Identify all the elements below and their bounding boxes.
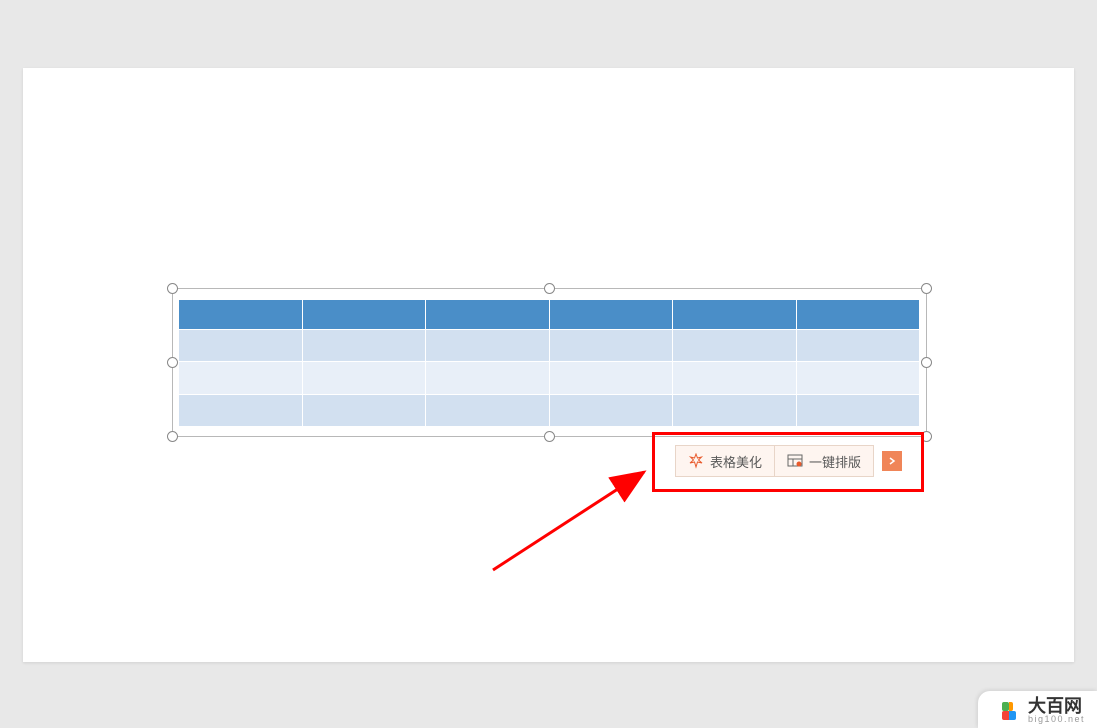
layout-label: 一键排版 bbox=[809, 452, 861, 471]
resize-handle-top-middle[interactable] bbox=[544, 283, 555, 294]
watermark-title: 大百网 bbox=[1028, 697, 1085, 715]
resize-handle-middle-left[interactable] bbox=[167, 357, 178, 368]
auto-layout-button[interactable]: 一键排版 bbox=[774, 445, 874, 477]
resize-handle-top-right[interactable] bbox=[921, 283, 932, 294]
resize-handle-bottom-middle[interactable] bbox=[544, 431, 555, 442]
watermark: 大百网 big100.net bbox=[978, 691, 1097, 728]
floating-toolbar-highlight: 表格美化 一键排版 bbox=[652, 432, 924, 492]
resize-handle-top-left[interactable] bbox=[167, 283, 178, 294]
watermark-url: big100.net bbox=[1028, 715, 1085, 724]
sparkle-icon bbox=[688, 453, 704, 469]
chevron-right-icon bbox=[888, 457, 896, 465]
watermark-logo-icon bbox=[998, 700, 1020, 722]
watermark-text: 大百网 big100.net bbox=[1028, 697, 1085, 724]
expand-button[interactable] bbox=[882, 451, 902, 471]
floating-toolbar: 表格美化 一键排版 bbox=[675, 445, 902, 477]
resize-handle-middle-right[interactable] bbox=[921, 357, 932, 368]
resize-handle-bottom-left[interactable] bbox=[167, 431, 178, 442]
annotation-arrow bbox=[488, 460, 668, 580]
layout-icon bbox=[787, 453, 803, 469]
beautify-label: 表格美化 bbox=[710, 452, 762, 471]
beautify-table-button[interactable]: 表格美化 bbox=[675, 445, 774, 477]
table-selection-bounds bbox=[172, 288, 927, 437]
